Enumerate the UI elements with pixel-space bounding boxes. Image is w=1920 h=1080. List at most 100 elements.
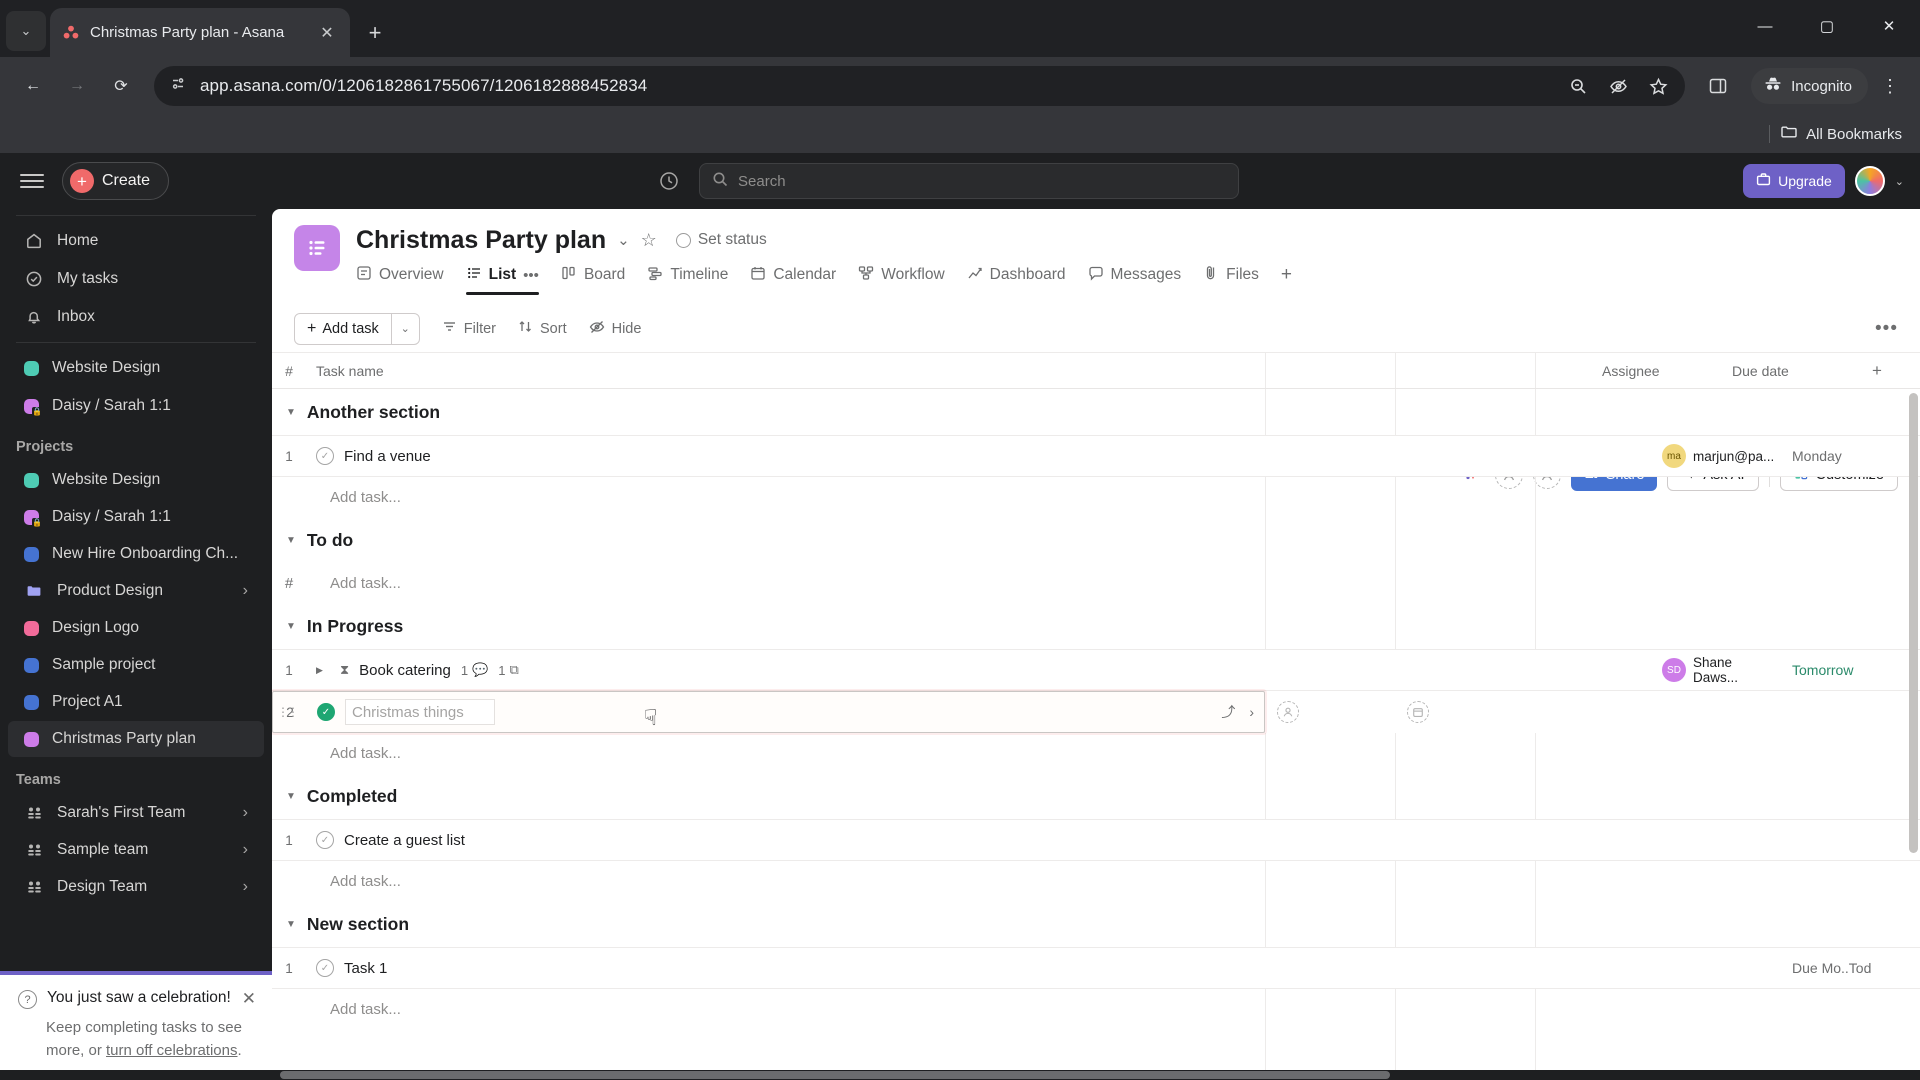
sidebar-project-sample-project[interactable]: Sample project	[8, 647, 264, 683]
minimize-icon[interactable]: —	[1734, 0, 1796, 52]
task-name-cell[interactable]: ✓ Task 1	[306, 959, 1650, 977]
sidebar-favorite-website-design[interactable]: Website Design	[8, 350, 264, 386]
chevron-down-icon[interactable]: ▼	[286, 791, 296, 802]
chevron-right-icon[interactable]: ›	[243, 841, 248, 859]
table-row[interactable]: 1 ✓ Task 1 Due Mo..Tod	[272, 947, 1920, 989]
window-close-icon[interactable]: ✕	[1858, 0, 1920, 52]
avatar[interactable]	[1854, 166, 1885, 196]
sidebar-project-project-a1[interactable]: Project A1	[8, 684, 264, 720]
add-task-row[interactable]: Add task...	[272, 733, 1920, 773]
vertical-scrollbar[interactable]	[1909, 393, 1918, 1068]
task-complete-checkbox[interactable]: ✓	[317, 703, 335, 721]
sidebar-team-sarah-s-first-team[interactable]: Sarah's First Team ›	[8, 795, 264, 831]
add-task-row[interactable]: Add task...	[272, 989, 1920, 1029]
due-date-cell[interactable]	[1395, 701, 1535, 723]
add-task-placeholder[interactable]: Add task...	[306, 575, 401, 592]
table-row[interactable]: 1 ✓ Find a venue ma marjun@pa... Monday	[272, 435, 1920, 477]
section-header-new-section[interactable]: ▼ New section	[272, 901, 1920, 947]
list-options-icon[interactable]: •••	[1875, 318, 1898, 340]
sidebar-favorite-daisy-sarah[interactable]: 🔒 Daisy / Sarah 1:1	[8, 388, 264, 424]
sidebar-project-website-design[interactable]: Website Design	[8, 462, 264, 498]
tab-messages[interactable]: Messages	[1088, 265, 1181, 295]
task-name-cell[interactable]: ✓ Create a guest list	[306, 831, 1650, 849]
table-row[interactable]: 1 ✓ Create a guest list	[272, 819, 1920, 861]
tab-timeline[interactable]: Timeline	[647, 265, 728, 295]
task-name-cell[interactable]: ▶ ⧗ Book catering 1 💬 1 ⧉	[306, 662, 1650, 679]
scrollbar-thumb[interactable]	[280, 1071, 1390, 1079]
due-date-cell[interactable]: Tomorrow	[1780, 662, 1920, 678]
browser-menu-icon[interactable]: ⋮	[1874, 67, 1906, 105]
tab-dashboard[interactable]: Dashboard	[967, 265, 1066, 295]
upgrade-button[interactable]: Upgrade	[1743, 164, 1845, 198]
tab-workflow[interactable]: Workflow	[858, 265, 945, 295]
task-complete-checkbox[interactable]: ✓	[316, 959, 334, 977]
sidebar-project-new-hire-onboarding-ch[interactable]: New Hire Onboarding Ch...	[8, 536, 264, 572]
tab-overflow-icon[interactable]: •••	[523, 267, 539, 284]
close-icon[interactable]: ✕	[242, 989, 256, 1009]
recent-activity-icon[interactable]	[653, 165, 685, 197]
section-header-in-progress[interactable]: ▼ In Progress	[272, 603, 1920, 649]
column-header-task-name[interactable]: Task name	[306, 363, 1590, 379]
section-header-to-do[interactable]: ▼ To do	[272, 517, 1920, 563]
tab-calendar[interactable]: Calendar	[750, 265, 836, 295]
add-task-dropdown-icon[interactable]: ⌄	[390, 313, 419, 344]
turn-off-celebrations-link[interactable]: turn off celebrations	[106, 1042, 237, 1059]
section-header-completed[interactable]: ▼ Completed	[272, 773, 1920, 819]
add-task-button[interactable]: + Add task	[295, 314, 391, 344]
sidebar-team-sample-team[interactable]: Sample team ›	[8, 832, 264, 868]
sidebar-team-design-team[interactable]: Design Team ›	[8, 869, 264, 905]
star-icon[interactable]	[1639, 67, 1677, 105]
star-icon[interactable]: ☆	[641, 230, 657, 251]
chevron-down-icon[interactable]: ▼	[286, 407, 296, 418]
new-tab-button[interactable]: +	[358, 16, 392, 50]
chevron-right-icon[interactable]: ›	[243, 582, 248, 600]
all-bookmarks-button[interactable]: All Bookmarks	[1780, 123, 1902, 145]
add-task-button-group[interactable]: + Add task ⌄	[294, 312, 420, 345]
column-header-assignee[interactable]: Assignee	[1590, 363, 1720, 379]
sidebar-project-christmas-party-plan[interactable]: Christmas Party plan	[8, 721, 264, 757]
filter-button[interactable]: Filter	[442, 319, 496, 338]
back-icon[interactable]: ←	[14, 67, 52, 105]
sidebar-item-my-tasks[interactable]: My tasks	[8, 261, 264, 297]
due-date-cell[interactable]: Due Mo..Tod	[1780, 960, 1920, 976]
task-name-input[interactable]: Christmas things	[345, 699, 495, 725]
task-name-cell[interactable]: ✓ Find a venue	[306, 447, 1650, 465]
create-button[interactable]: + Create	[62, 162, 170, 200]
tab-files[interactable]: Files	[1203, 265, 1259, 295]
assign-user-icon[interactable]	[1277, 701, 1299, 723]
incognito-indicator[interactable]: Incognito	[1751, 68, 1868, 104]
scrollbar-thumb[interactable]	[1909, 393, 1918, 853]
chevron-down-icon[interactable]: ▼	[286, 919, 296, 930]
chevron-right-icon[interactable]: ›	[243, 804, 248, 822]
chevron-down-icon[interactable]: ▼	[286, 535, 296, 546]
add-task-row[interactable]: Add task...	[272, 861, 1920, 901]
sidebar-project-product-design[interactable]: Product Design ›	[8, 573, 264, 609]
add-task-row[interactable]: Add task...	[272, 477, 1920, 517]
task-complete-checkbox[interactable]: ✓	[316, 447, 334, 465]
close-icon[interactable]: ✕	[316, 22, 338, 44]
sidebar-item-home[interactable]: Home	[8, 223, 264, 259]
expand-subtasks-icon[interactable]: ▶	[316, 665, 330, 676]
set-due-date-icon[interactable]	[1407, 701, 1429, 723]
assignee-cell[interactable]	[1265, 701, 1395, 723]
chevron-down-icon[interactable]: ⌄	[617, 231, 630, 249]
sidebar-project-daisy-sarah-1-1[interactable]: 🔒 Daisy / Sarah 1:1	[8, 499, 264, 535]
tab-search-button[interactable]: ⌄	[6, 11, 46, 51]
address-bar[interactable]: app.asana.com/0/1206182861755067/1206182…	[154, 66, 1686, 106]
hide-button[interactable]: Hide	[589, 319, 641, 339]
sidebar-item-inbox[interactable]: Inbox	[8, 299, 264, 335]
add-column-icon[interactable]: +	[1860, 361, 1920, 381]
assignee-cell[interactable]: SD Shane Daws...	[1650, 655, 1780, 685]
due-date-cell[interactable]: Monday	[1780, 448, 1920, 464]
page-info-icon[interactable]	[170, 75, 188, 98]
chevron-right-icon[interactable]: ›	[243, 878, 248, 896]
chevron-down-icon[interactable]: ▼	[286, 621, 296, 632]
menu-icon[interactable]	[16, 165, 48, 197]
tab-overview[interactable]: Overview	[356, 265, 444, 295]
maximize-icon[interactable]: ▢	[1796, 0, 1858, 52]
subtask-icon[interactable]: ⤴	[1221, 702, 1235, 722]
table-row[interactable]: 1 ▶ ⧗ Book catering 1 💬 1 ⧉ SD Shane Daws... Tomor…	[272, 649, 1920, 691]
table-row-editing[interactable]: ⋮⋮ 2 ✓ Christmas things ⤴ › ☟	[272, 691, 1920, 733]
assignee-cell[interactable]: ma marjun@pa...	[1650, 444, 1780, 468]
reload-icon[interactable]: ⟳	[102, 67, 140, 105]
